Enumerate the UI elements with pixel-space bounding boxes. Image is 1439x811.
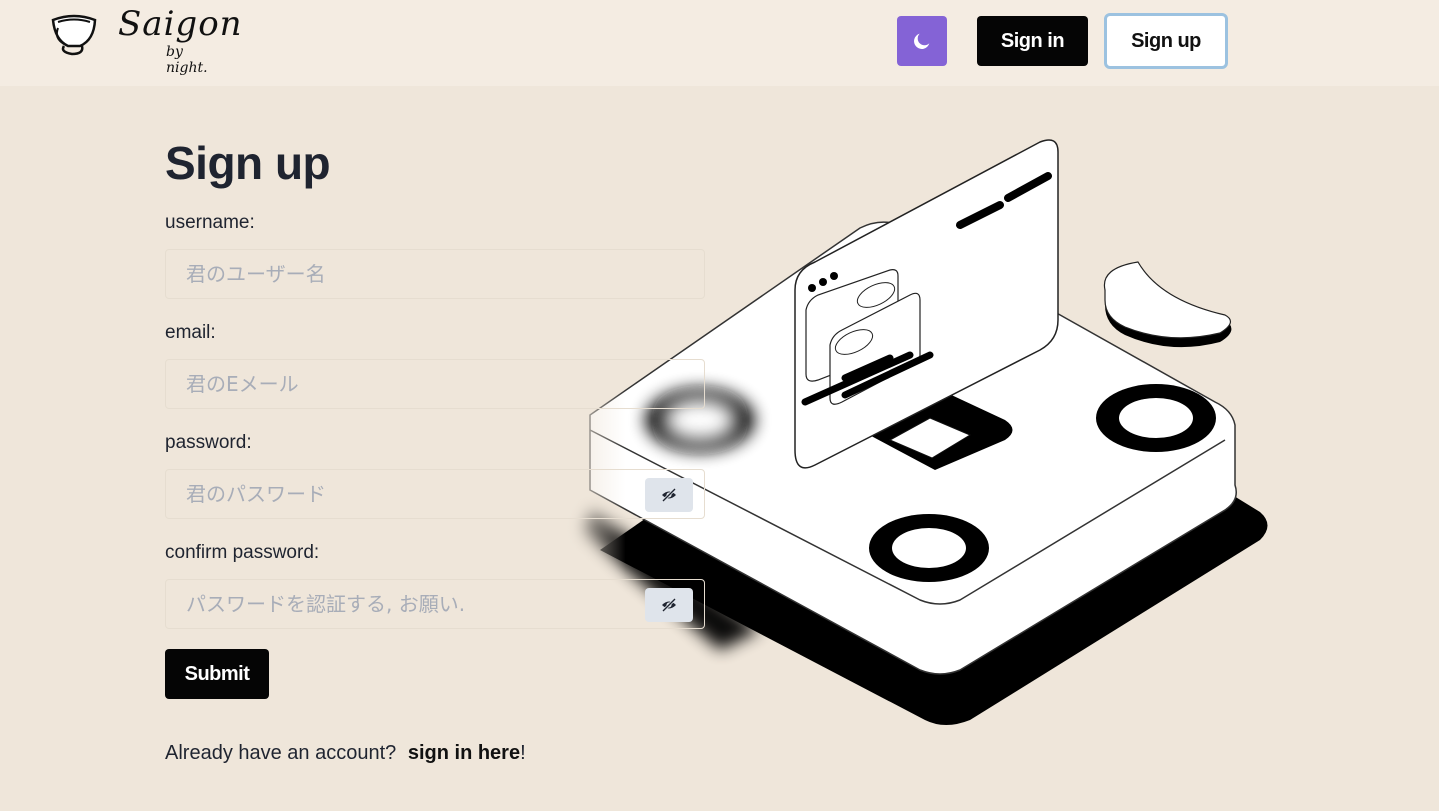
toggle-password-visibility-button[interactable]	[645, 478, 693, 512]
email-input[interactable]	[166, 360, 704, 408]
sign-in-button[interactable]: Sign in	[977, 16, 1088, 66]
password-field-wrapper	[165, 469, 705, 519]
signin-prompt: Already have an account? sign in here!	[165, 742, 526, 765]
top-header: Saigon by night. Sign in Sign up	[0, 0, 1439, 86]
sign-up-button[interactable]: Sign up	[1104, 13, 1228, 69]
moon-icon	[914, 33, 930, 49]
confirm-password-input[interactable]	[166, 580, 704, 628]
eye-off-icon	[661, 597, 677, 613]
theme-toggle-button[interactable]	[897, 16, 947, 66]
email-label: email:	[165, 322, 216, 343]
logo-subtitle: by night.	[166, 44, 208, 76]
username-field-wrapper	[165, 249, 705, 299]
submit-button[interactable]: Submit	[165, 649, 269, 699]
sign-in-here-link[interactable]: sign in here	[408, 742, 520, 764]
confirm-password-field-wrapper	[165, 579, 705, 629]
username-input[interactable]	[166, 250, 704, 298]
signin-prompt-text: Already have an account?	[165, 742, 397, 764]
signin-exclaim: !	[520, 742, 526, 764]
confirm-password-label: confirm password:	[165, 542, 320, 563]
toggle-confirm-visibility-button[interactable]	[645, 588, 693, 622]
login-illustration	[560, 130, 1268, 740]
coffee-cup-icon	[51, 14, 97, 56]
password-label: password:	[165, 432, 252, 453]
logo[interactable]: Saigon by night.	[50, 4, 242, 76]
logo-title: Saigon	[118, 4, 243, 44]
page-title: Sign up	[165, 137, 331, 189]
eye-off-icon	[661, 487, 677, 503]
username-label: username:	[165, 212, 255, 233]
password-input[interactable]	[166, 470, 704, 518]
email-field-wrapper	[165, 359, 705, 409]
